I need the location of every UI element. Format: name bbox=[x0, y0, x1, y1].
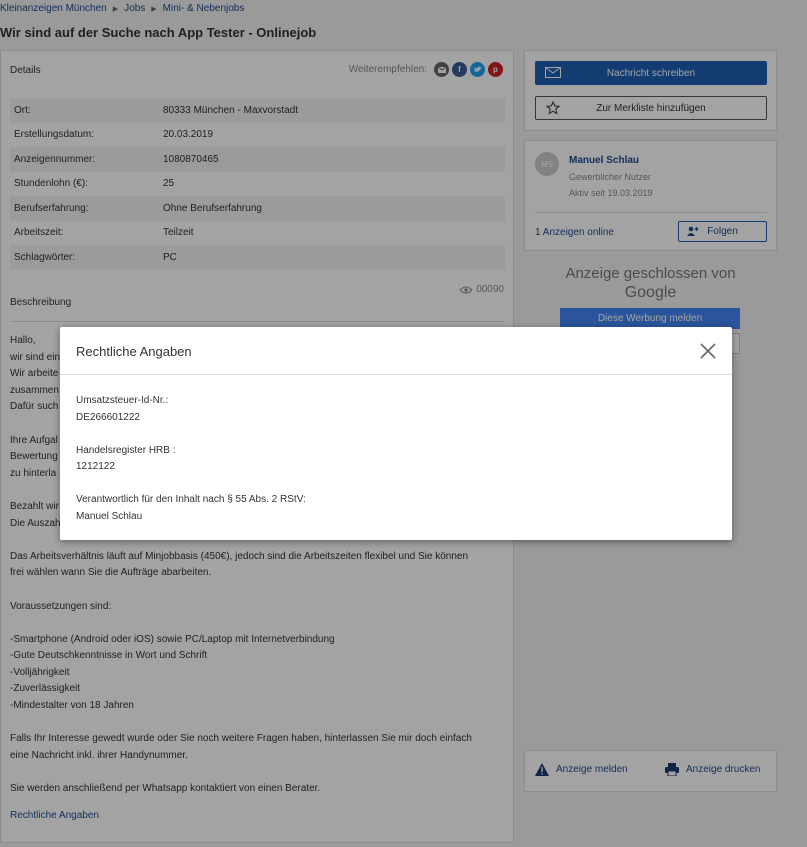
divider bbox=[60, 374, 732, 375]
legal-item-label: Handelsregister HRB : bbox=[76, 444, 176, 456]
legal-info-modal: Rechtliche Angaben Umsatzsteuer-Id-Nr.: … bbox=[60, 327, 732, 540]
legal-item: Umsatzsteuer-Id-Nr.: DE266601222 bbox=[76, 393, 306, 426]
legal-item-label: Verantwortlich für den Inhalt nach § 55 … bbox=[76, 494, 306, 505]
legal-item: Handelsregister HRB : 1212122 bbox=[76, 443, 306, 476]
modal-title: Rechtliche Angaben bbox=[76, 344, 192, 359]
legal-item-label: Umsatzsteuer-Id-Nr.: bbox=[76, 395, 169, 406]
modal-body: Umsatzsteuer-Id-Nr.: DE266601222 Handels… bbox=[76, 393, 306, 542]
legal-item-value: 1212122 bbox=[76, 461, 115, 472]
legal-item-value: DE266601222 bbox=[76, 411, 140, 423]
close-icon[interactable] bbox=[700, 343, 716, 359]
legal-item-value: Manuel Schlau bbox=[76, 510, 143, 522]
legal-item: Verantwortlich für den Inhalt nach § 55 … bbox=[76, 492, 306, 525]
